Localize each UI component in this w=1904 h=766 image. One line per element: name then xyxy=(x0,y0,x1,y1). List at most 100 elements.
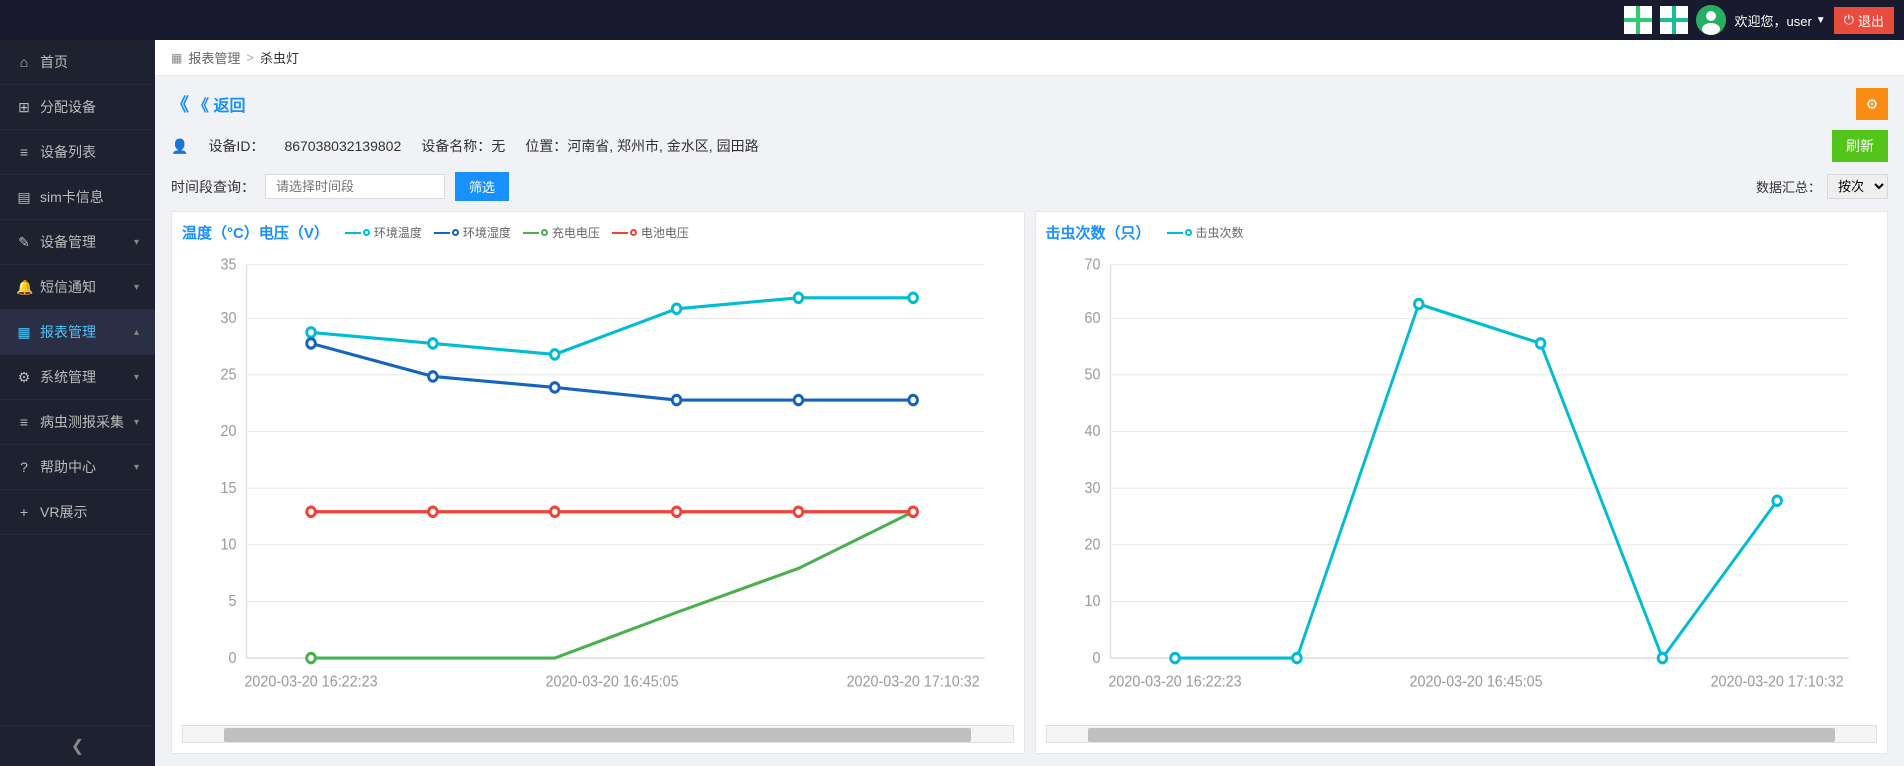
legend-pest-count: 击虫次数 xyxy=(1167,224,1244,241)
svg-text:60: 60 xyxy=(1084,309,1100,327)
svg-text:15: 15 xyxy=(221,479,237,497)
back-chevron-icon: 《 xyxy=(171,91,189,117)
icon-grid2[interactable] xyxy=(1660,6,1688,34)
chart1-svg-container: .axis-label{font-size:10px;fill:#999;} 0… xyxy=(182,249,1014,721)
sidebar-collapse-button[interactable]: ❮ xyxy=(0,725,155,766)
legend-ambient-humidity-line xyxy=(434,232,450,234)
sim-icon: ▤ xyxy=(16,189,32,206)
sidebar-item-assign[interactable]: ⊞ 分配设备 xyxy=(0,85,155,130)
sidebar-item-pest[interactable]: ≡ 病虫测报采集 ▾ xyxy=(0,400,155,445)
sidebar-item-report[interactable]: ▦ 报表管理 ▴ xyxy=(0,310,155,355)
chart2-pest-count-line xyxy=(1175,304,1777,658)
sysmgr-icon: ⚙ xyxy=(16,369,32,386)
back-label: 《 返回 xyxy=(193,92,245,116)
breadcrumb-current: 杀虫灯 xyxy=(260,48,299,67)
settings-icon: ⚙ xyxy=(1866,96,1879,113)
chart2-scrollbar-thumb[interactable] xyxy=(1088,728,1835,742)
report-arrow-icon: ▴ xyxy=(134,327,139,338)
device-name-label: 设备名称：无 xyxy=(421,136,505,156)
chart2-legend: 击虫次数 xyxy=(1167,224,1244,241)
summary-label: 数据汇总： xyxy=(1756,177,1821,196)
charts-row: 温度（°C）电压（V） 环境温度 xyxy=(171,211,1888,754)
legend-pest-line xyxy=(1167,232,1183,234)
svg-text:2020-03-20 17:10:32: 2020-03-20 17:10:32 xyxy=(847,673,980,691)
vr-icon: + xyxy=(16,504,32,520)
content-area: ▦ 报表管理 > 杀虫灯 《 《 返回 ⚙ 👤 设备ID： 86703803 xyxy=(155,40,1904,766)
legend-ambient-temp-line xyxy=(345,232,361,234)
sidebar-item-devlist[interactable]: ≡ 设备列表 xyxy=(0,130,155,175)
svg-text:50: 50 xyxy=(1084,366,1100,384)
refresh-button[interactable]: 刷新 xyxy=(1832,130,1888,162)
chart2-header: 击虫次数（只） 击虫次数 xyxy=(1046,222,1878,243)
topbar: 欢迎您，user ▼ ⏻ 退出 xyxy=(0,0,1904,40)
svg-text:10: 10 xyxy=(221,536,237,554)
summary-select[interactable]: 按次 按日 按月 xyxy=(1827,174,1888,199)
sidebar-label-devlist: 设备列表 xyxy=(40,142,96,162)
legend-charge-line xyxy=(523,232,539,234)
chart1-scrollbar-thumb[interactable] xyxy=(224,728,971,742)
main-layout: ⌂ 首页 ⊞ 分配设备 ≡ 设备列表 ▤ sim卡信息 ✎ 设备管理 ▾ 🔔 xyxy=(0,40,1904,766)
chart1-charge-voltage-line xyxy=(311,512,913,658)
svg-text:10: 10 xyxy=(1084,593,1100,611)
chart2-scrollbar[interactable] xyxy=(1046,725,1878,743)
svg-text:2020-03-20 16:22:23: 2020-03-20 16:22:23 xyxy=(1108,673,1241,691)
username-text: 欢迎您，user xyxy=(1734,11,1811,30)
sidebar-label-assign: 分配设备 xyxy=(40,97,96,117)
back-button[interactable]: 《 《 返回 xyxy=(171,91,245,117)
sidebar-item-home[interactable]: ⌂ 首页 xyxy=(0,40,155,85)
breadcrumb-icon: ▦ xyxy=(171,51,182,65)
sidebar-item-sms[interactable]: 🔔 短信通知 ▾ xyxy=(0,265,155,310)
logout-button[interactable]: ⏻ 退出 xyxy=(1834,7,1894,34)
chart1-legend: 环境温度 环境湿度 xyxy=(345,224,689,241)
sidebar-item-vr[interactable]: + VR展示 xyxy=(0,490,155,535)
breadcrumb-separator: > xyxy=(246,50,254,65)
sidebar-label-pest: 病虫测报采集 xyxy=(40,412,124,432)
svg-text:20: 20 xyxy=(1084,536,1100,554)
svg-text:2020-03-20 16:45:05: 2020-03-20 16:45:05 xyxy=(1409,673,1542,691)
sysmgr-arrow-icon: ▾ xyxy=(134,372,139,383)
sidebar-item-help[interactable]: ? 帮助中心 ▾ xyxy=(0,445,155,490)
time-range-label: 时间段查询： xyxy=(171,177,255,197)
chart1-header: 温度（°C）电压（V） 环境温度 xyxy=(182,222,1014,243)
sidebar: ⌂ 首页 ⊞ 分配设备 ≡ 设备列表 ▤ sim卡信息 ✎ 设备管理 ▾ 🔔 xyxy=(0,40,155,766)
sidebar-label-devmgr: 设备管理 xyxy=(40,232,96,252)
svg-text:0: 0 xyxy=(1092,649,1100,667)
device-info-row: 👤 设备ID： 867038032139802 设备名称：无 位置：河南省, 郑… xyxy=(171,130,1888,162)
summary-row: 数据汇总： 按次 按日 按月 xyxy=(1756,174,1888,199)
settings-button[interactable]: ⚙ xyxy=(1856,88,1888,120)
sidebar-label-home: 首页 xyxy=(40,52,68,72)
breadcrumb-parent[interactable]: 报表管理 xyxy=(188,48,240,67)
sidebar-label-vr: VR展示 xyxy=(40,502,87,522)
back-row: 《 《 返回 ⚙ xyxy=(171,88,1888,120)
svg-text:20: 20 xyxy=(221,423,237,441)
breadcrumb: ▦ 报表管理 > 杀虫灯 xyxy=(155,40,1904,76)
devmgr-icon: ✎ xyxy=(16,234,32,251)
sidebar-item-sysmgr[interactable]: ⚙ 系统管理 ▾ xyxy=(0,355,155,400)
icon-grid1[interactable] xyxy=(1624,6,1652,34)
dropdown-arrow-icon: ▼ xyxy=(1816,15,1826,26)
sidebar-label-sms: 短信通知 xyxy=(40,277,96,297)
legend-ambient-humidity: 环境湿度 xyxy=(434,224,511,241)
svg-text:2020-03-20 16:22:23: 2020-03-20 16:22:23 xyxy=(244,673,377,691)
svg-text:2020-03-20 17:10:32: 2020-03-20 17:10:32 xyxy=(1710,673,1843,691)
sidebar-item-devmgr[interactable]: ✎ 设备管理 ▾ xyxy=(0,220,155,265)
filter-button[interactable]: 筛选 xyxy=(455,172,509,201)
sms-arrow-icon: ▾ xyxy=(134,282,139,293)
legend-pest-dot xyxy=(1185,229,1192,236)
device-user-icon: 👤 xyxy=(171,138,188,155)
svg-text:35: 35 xyxy=(221,256,237,274)
svg-text:40: 40 xyxy=(1084,423,1100,441)
help-arrow-icon: ▾ xyxy=(134,462,139,473)
time-range-input[interactable] xyxy=(265,174,445,199)
sms-icon: 🔔 xyxy=(16,279,32,296)
legend-battery-line xyxy=(612,232,628,234)
svg-text:30: 30 xyxy=(221,309,237,327)
sidebar-item-sim[interactable]: ▤ sim卡信息 xyxy=(0,175,155,220)
chart1-scrollbar[interactable] xyxy=(182,725,1014,743)
sidebar-label-sim: sim卡信息 xyxy=(40,187,104,207)
legend-charge-dot xyxy=(541,229,548,236)
logout-label: 退出 xyxy=(1858,11,1884,30)
legend-ambient-temp-dot xyxy=(363,229,370,236)
user-label[interactable]: 欢迎您，user ▼ xyxy=(1734,11,1825,30)
collapse-icon: ❮ xyxy=(71,736,84,756)
